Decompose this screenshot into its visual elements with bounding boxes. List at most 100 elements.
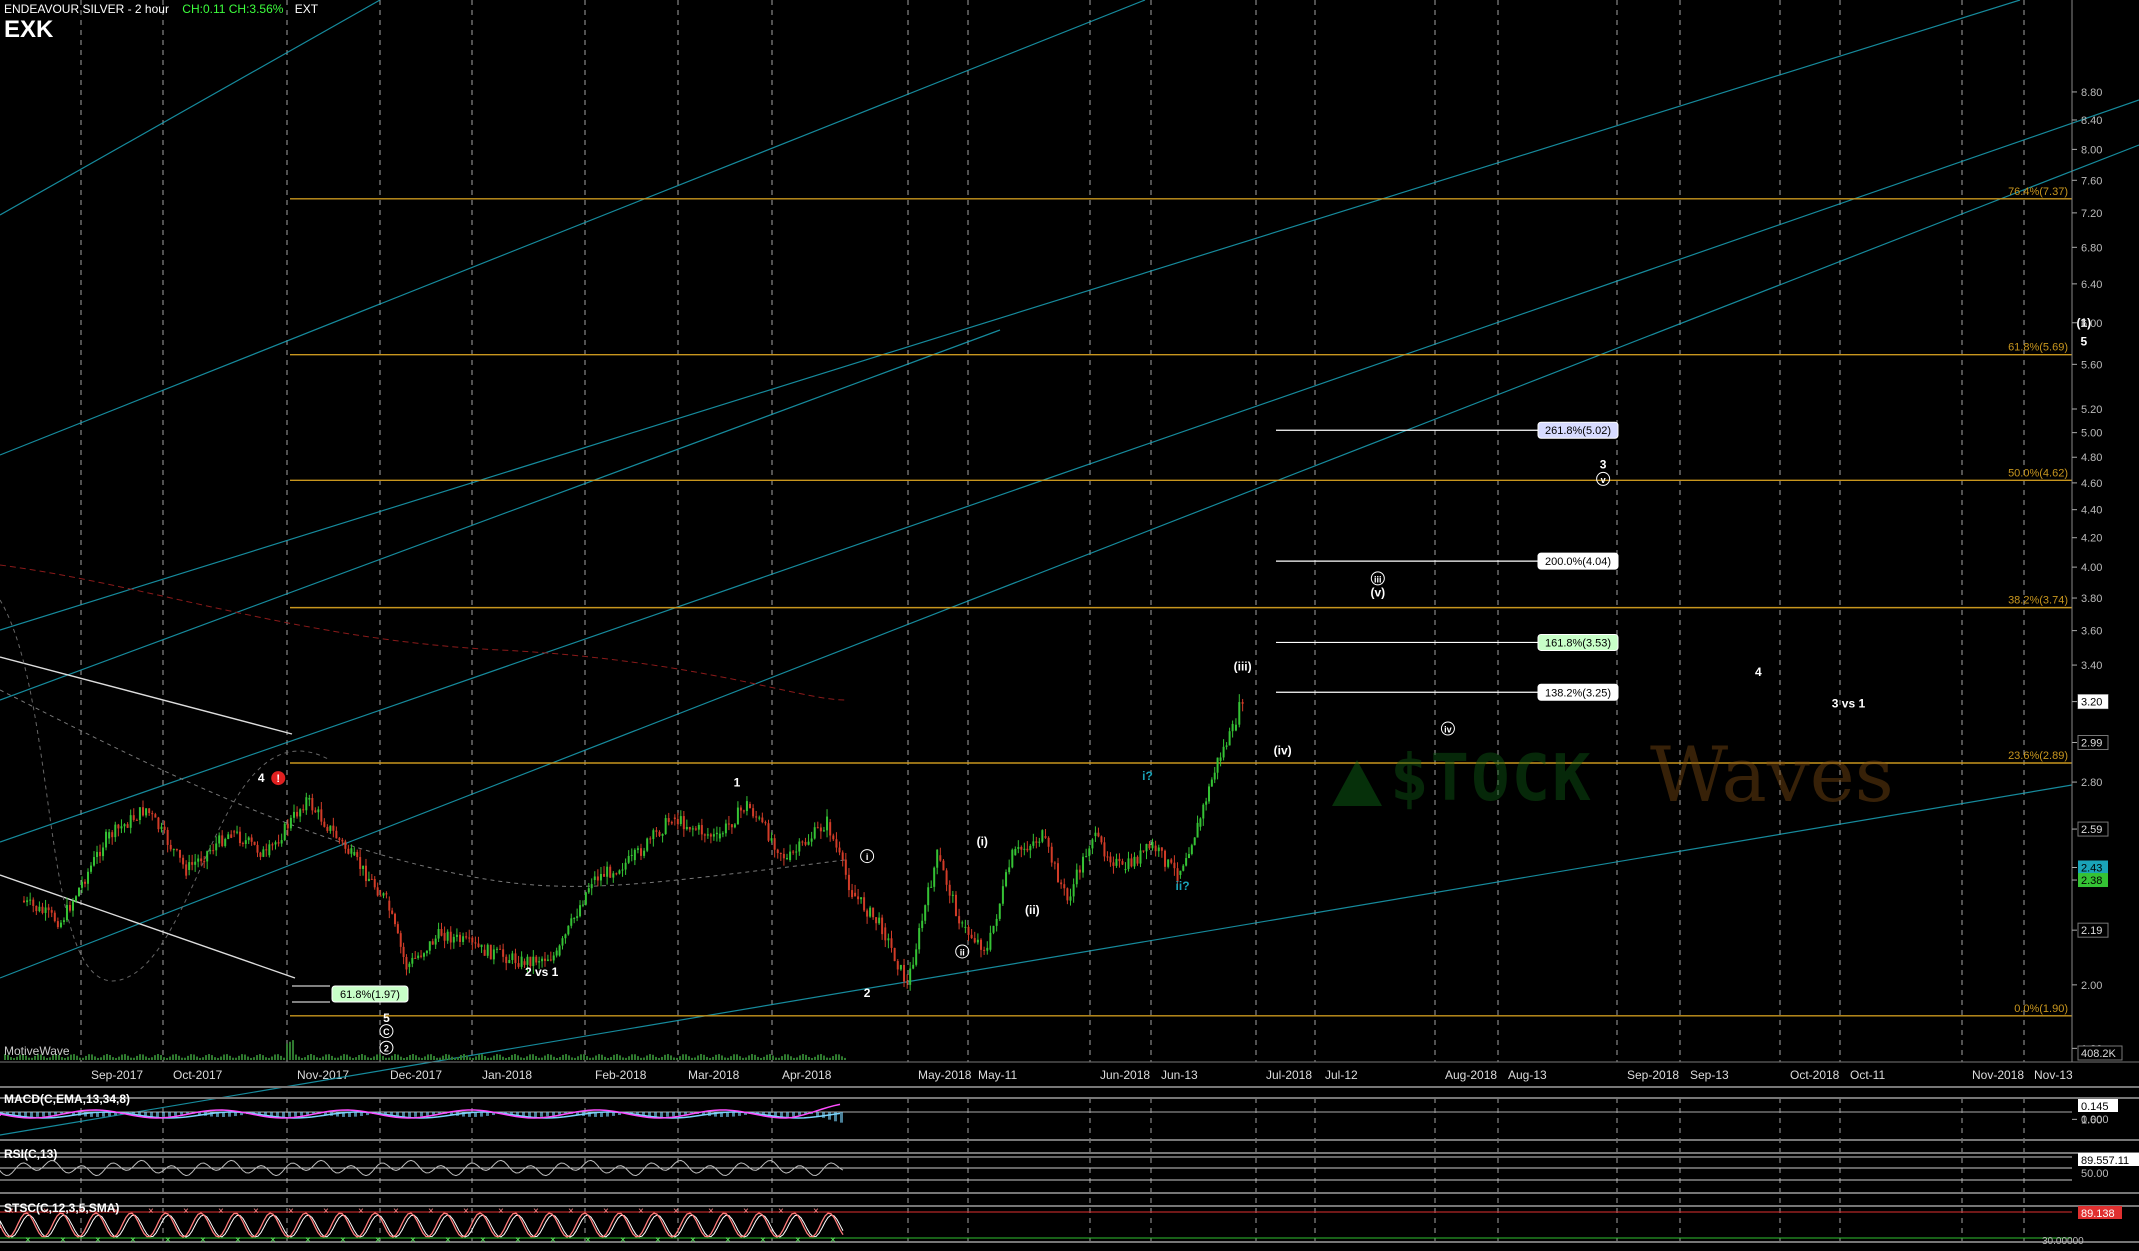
candle-body — [59, 922, 62, 928]
volume-bar — [106, 1054, 108, 1060]
candle-body — [878, 917, 881, 924]
volume-bar — [112, 1057, 114, 1060]
price-tick-label: 2.38 — [2081, 875, 2102, 887]
candle-body — [399, 933, 402, 947]
candle-body — [961, 922, 964, 924]
macd-histogram-bar — [840, 1112, 843, 1123]
stoch-buy-marker: × — [410, 1235, 416, 1246]
candle-body — [286, 823, 289, 829]
retracement-box-label: 61.8%(1.97) — [340, 989, 400, 1001]
price-tick-label: 6.80 — [2081, 242, 2102, 254]
rsi-value-label: 89.557.11 — [2081, 1155, 2129, 1167]
candle-body — [829, 822, 832, 836]
volume-bar — [313, 1055, 315, 1060]
volume-bar — [208, 1054, 210, 1060]
volume-bar — [781, 1056, 783, 1060]
candle-body — [197, 858, 200, 862]
candle-body — [776, 849, 779, 853]
candle-body — [265, 849, 268, 851]
volume-bar — [241, 1054, 243, 1060]
candle-body — [1222, 746, 1225, 758]
candle-body — [1023, 848, 1026, 850]
candle-body — [320, 809, 323, 822]
chart-stage[interactable]: Sep-2017 Oct-2017 Nov-2017 Dec-2017 Jan-2018… — [0, 0, 2139, 1247]
candle-body — [446, 931, 449, 941]
volume-bar — [535, 1056, 537, 1060]
candle-body — [65, 904, 68, 921]
volume-bar — [388, 1057, 390, 1060]
volume-bar — [796, 1057, 798, 1060]
candle-body — [549, 959, 552, 961]
candle-body — [973, 938, 976, 943]
candle-body — [117, 824, 120, 829]
candle-body — [1106, 856, 1109, 858]
volume-bar — [409, 1054, 411, 1060]
candle-body — [688, 826, 691, 830]
candle-body — [810, 838, 813, 842]
candle-body — [87, 871, 90, 884]
candle-body — [921, 920, 924, 929]
volume-bar — [364, 1055, 366, 1060]
candle-body — [1035, 841, 1038, 843]
candle-body — [1038, 841, 1041, 843]
price-tick-label: 4.40 — [2081, 505, 2102, 517]
wave-label: 1 — [734, 775, 741, 789]
volume-bar — [574, 1057, 576, 1060]
candle-body — [676, 819, 679, 825]
candle-body — [71, 901, 74, 911]
volume-bar — [148, 1057, 150, 1060]
x-tick-label: Jun-13 — [1161, 1068, 1198, 1082]
stoch-buy-marker: × — [305, 1235, 311, 1246]
candle-body — [477, 943, 480, 947]
candle-body — [682, 816, 685, 830]
candle-body — [1041, 830, 1044, 842]
candle-body — [1078, 869, 1081, 873]
candle-body — [502, 949, 505, 957]
volume-bar — [427, 1054, 429, 1060]
volume-bar — [673, 1057, 675, 1060]
volume-bar — [157, 1054, 159, 1060]
candle-body — [182, 857, 185, 865]
candle-body — [939, 855, 942, 861]
candle-body — [851, 890, 854, 898]
volume-bar — [514, 1054, 516, 1060]
channel-line — [0, 144, 2139, 979]
macd-histogram-bar — [36, 1112, 39, 1117]
volume-bar — [397, 1054, 399, 1060]
price-chart[interactable]: Sep-2017 Oct-2017 Nov-2017 Dec-2017 Jan-2018… — [0, 0, 2139, 1247]
candle-body — [274, 842, 277, 845]
channel-line — [0, 0, 381, 216]
candle-body — [1170, 859, 1173, 863]
stoch-buy-marker: × — [95, 1235, 101, 1246]
volume-bar — [811, 1057, 813, 1060]
volume-bar — [286, 1043, 288, 1060]
volume-bar — [679, 1056, 681, 1060]
candle-body — [120, 826, 123, 829]
wave-label: C — [383, 1027, 390, 1037]
volume-bar — [823, 1055, 825, 1060]
wave-label: i? — [1142, 769, 1153, 783]
fib-extension-label: 161.8%(3.53) — [1545, 637, 1611, 649]
price-tick-label: 3.80 — [2081, 593, 2102, 605]
candle-body — [596, 876, 599, 881]
volume-bar — [841, 1056, 843, 1060]
candle-body — [1234, 724, 1237, 731]
stoch-sell-marker: × — [638, 1206, 644, 1217]
candle-body — [599, 873, 602, 881]
candle-body — [411, 957, 414, 964]
candle-body — [875, 917, 878, 924]
macd-histogram-bar — [30, 1112, 33, 1117]
wave-label: ii — [960, 947, 965, 957]
volume-bar — [46, 1057, 48, 1060]
candle-body — [1069, 896, 1072, 901]
candle-body — [1164, 850, 1167, 867]
candle-body — [646, 838, 649, 851]
price-tick-label: 6.40 — [2081, 279, 2102, 291]
candle-body — [238, 831, 241, 844]
volume-bar — [406, 1057, 408, 1060]
candle-body — [587, 888, 590, 893]
volume-bar — [799, 1055, 801, 1060]
macd-histogram-bar — [780, 1112, 783, 1117]
candle-body — [1193, 837, 1196, 846]
candle-body — [679, 816, 682, 825]
